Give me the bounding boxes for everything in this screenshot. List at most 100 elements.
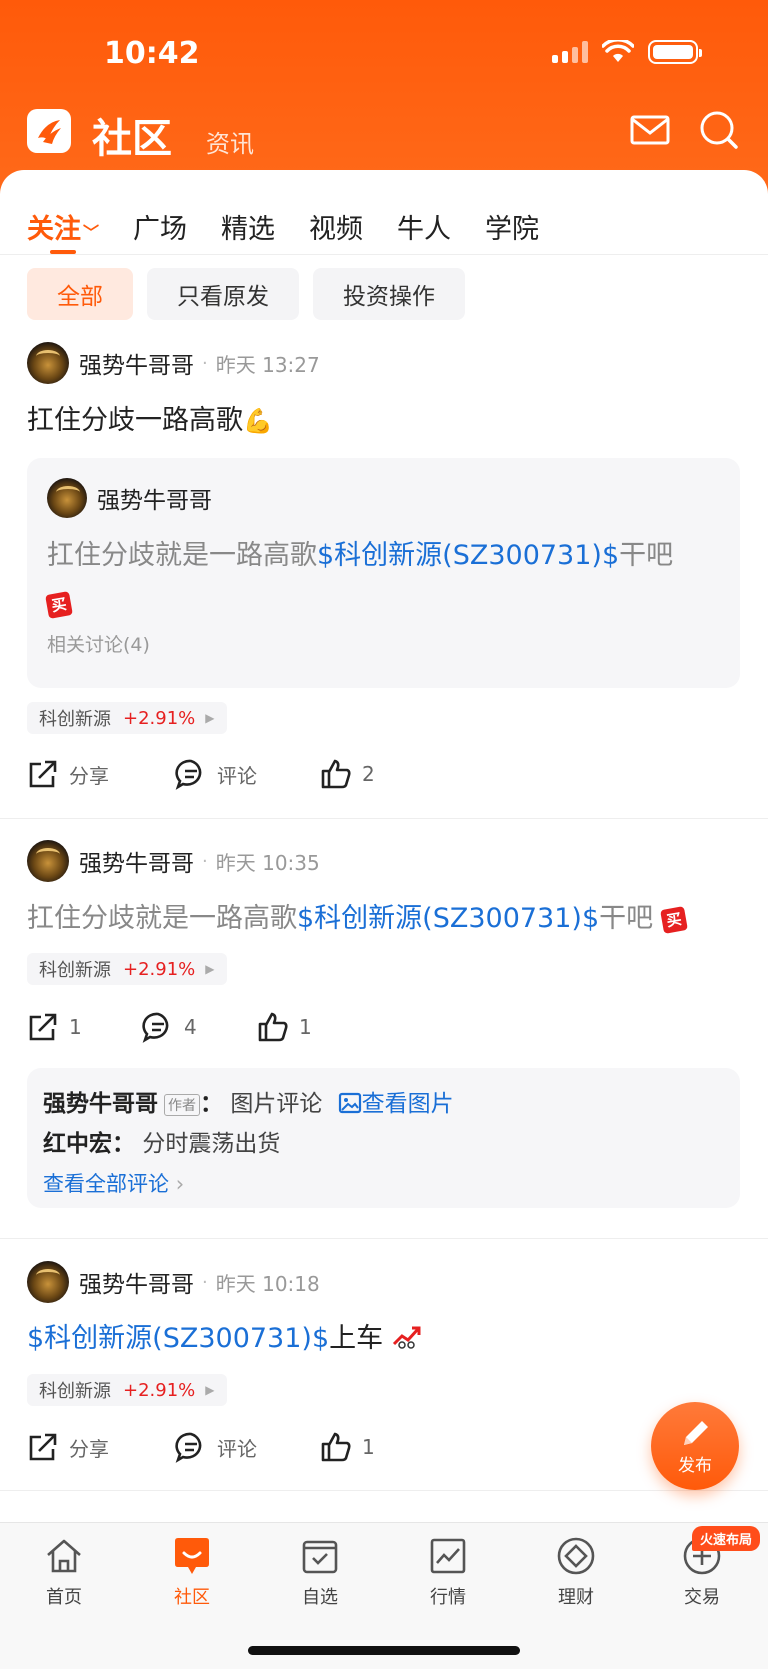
- like-button[interactable]: 1: [257, 1011, 312, 1043]
- caret-right-icon: ▶: [205, 962, 215, 976]
- nav-home[interactable]: 首页: [14, 1535, 114, 1609]
- home-icon: [47, 1539, 81, 1573]
- author-name[interactable]: 强势牛哥哥: [79, 346, 194, 380]
- view-image-label: 查看图片: [361, 1091, 454, 1117]
- stock-tag[interactable]: 科创新源 +2.91% ▶: [27, 1374, 227, 1406]
- post-time: 昨天 13:27: [215, 352, 320, 377]
- post-actions: 分享 评论 1: [27, 1431, 375, 1463]
- stock-link[interactable]: $科创新源(SZ300731)$: [317, 540, 619, 571]
- share-button[interactable]: 分享: [27, 758, 175, 790]
- nav-label: 自选: [302, 1587, 338, 1608]
- chevron-right-icon: ›: [175, 1172, 185, 1196]
- view-image-link[interactable]: 查看图片: [338, 1091, 454, 1117]
- separator-dot: ·: [202, 850, 208, 872]
- comment-button[interactable]: 评论: [175, 758, 320, 790]
- share-button[interactable]: 1: [27, 1011, 142, 1043]
- stock-link[interactable]: $科创新源(SZ300731)$: [297, 903, 599, 934]
- flexed-biceps-emoji: 💪: [243, 407, 273, 435]
- view-all-comments-link[interactable]: 查看全部评论 ›: [43, 1168, 184, 1198]
- stock-tag[interactable]: 科创新源 +2.91% ▶: [27, 953, 227, 985]
- post-author-row: 强势牛哥哥 · 昨天 10:35: [27, 840, 320, 882]
- post-text[interactable]: 扛住分歧就是一路高歌$科创新源(SZ300731)$干吧 买: [27, 900, 688, 938]
- stock-link[interactable]: $科创新源(SZ300731)$: [27, 1323, 329, 1354]
- filter-original[interactable]: 只看原发: [147, 268, 299, 320]
- stock-name: 科创新源: [39, 1381, 111, 1402]
- pencil-icon: [684, 1420, 708, 1445]
- share-count: 1: [69, 1015, 82, 1039]
- stock-change: +2.91%: [123, 958, 196, 980]
- post-text[interactable]: 扛住分歧一路高歌💪: [27, 402, 273, 440]
- avatar[interactable]: [27, 342, 69, 384]
- home-indicator: [248, 1646, 520, 1655]
- stock-tag[interactable]: 科创新源 +2.91% ▶: [27, 702, 227, 734]
- post-body: 扛住分歧一路高歌: [27, 405, 243, 436]
- like-button[interactable]: 1: [320, 1431, 375, 1463]
- nav-watchlist[interactable]: 自选: [270, 1535, 370, 1609]
- stock-name: 科创新源: [39, 709, 111, 730]
- tab-following[interactable]: 关注 ﹀: [27, 207, 99, 246]
- like-count: 1: [299, 1015, 312, 1039]
- stock-change: +2.91%: [123, 1379, 196, 1401]
- nav-label: 社区: [174, 1587, 210, 1608]
- nav-market[interactable]: 行情: [398, 1535, 498, 1609]
- separator-dot: ·: [202, 352, 208, 374]
- author-name[interactable]: 强势牛哥哥: [79, 1265, 194, 1299]
- promo-badge[interactable]: 火速布局: [692, 1526, 761, 1551]
- like-count: 1: [362, 1435, 375, 1459]
- filter-trades[interactable]: 投资操作: [313, 268, 465, 320]
- mail-icon[interactable]: [628, 108, 672, 152]
- nav-wealth[interactable]: 理财: [526, 1535, 626, 1609]
- image-icon: [338, 1092, 361, 1114]
- thumbs-up-icon: [321, 1432, 351, 1462]
- comment-label: 评论: [217, 1436, 257, 1461]
- tab-square[interactable]: 广场: [133, 207, 187, 246]
- post-actions: 1 4 1: [27, 1011, 312, 1043]
- author-name[interactable]: 强势牛哥哥: [97, 481, 212, 515]
- separator-dot: ·: [202, 1271, 208, 1293]
- tab-featured[interactable]: 精选: [221, 207, 275, 246]
- share-button[interactable]: 分享: [27, 1431, 175, 1463]
- post-time: 昨天 10:18: [215, 1271, 320, 1296]
- comment-text: 分时震荡出货: [142, 1131, 281, 1157]
- post-body: 扛住分歧就是一路高歌: [27, 903, 297, 934]
- filter-all[interactable]: 全部: [27, 268, 133, 320]
- nav-community[interactable]: 社区: [142, 1535, 242, 1609]
- post-suffix: 上车: [329, 1323, 384, 1354]
- comment-icon: [175, 1432, 202, 1463]
- caret-right-icon: ▶: [205, 711, 215, 725]
- news-link[interactable]: 资讯: [206, 124, 254, 159]
- tab-experts[interactable]: 牛人: [397, 207, 451, 246]
- market-icon: [430, 1538, 466, 1574]
- share-label: 分享: [69, 1436, 109, 1461]
- like-button[interactable]: 2: [320, 758, 375, 790]
- comment-preview[interactable]: 强势牛哥哥 作者： 图片评论 查看图片 红中宏： 分时震荡出货 查看全部评论 ›: [27, 1068, 740, 1208]
- share-icon: [29, 1433, 57, 1461]
- comment-icon: [142, 1012, 169, 1043]
- avatar[interactable]: [47, 478, 87, 518]
- thumbs-up-icon: [258, 1012, 288, 1042]
- post-author-row: 强势牛哥哥 · 昨天 10:18: [27, 1261, 320, 1303]
- comment-icon: [175, 759, 202, 790]
- caret-right-icon: ▶: [205, 1383, 215, 1397]
- tab-video[interactable]: 视频: [309, 207, 363, 246]
- post-text[interactable]: $科创新源(SZ300731)$上车: [27, 1320, 422, 1358]
- filter-chips: 全部 只看原发 投资操作: [27, 268, 465, 320]
- publish-button[interactable]: 发布: [651, 1402, 739, 1490]
- avatar[interactable]: [27, 1261, 69, 1303]
- comment-user[interactable]: 红中宏: [43, 1131, 112, 1157]
- divider: [0, 818, 768, 819]
- signal-icon: [552, 41, 588, 63]
- avatar[interactable]: [27, 840, 69, 882]
- divider: [0, 1238, 768, 1239]
- quote-author-row: 强势牛哥哥: [47, 478, 212, 518]
- comment-button[interactable]: 4: [142, 1011, 257, 1043]
- comment-button[interactable]: 评论: [175, 1431, 320, 1463]
- stock-change: +2.91%: [123, 707, 196, 729]
- quoted-post[interactable]: 强势牛哥哥 扛住分歧就是一路高歌$科创新源(SZ300731)$干吧 买 相关讨…: [27, 458, 740, 688]
- related-discussions[interactable]: 相关讨论(4): [47, 630, 150, 657]
- author-name[interactable]: 强势牛哥哥: [79, 844, 194, 878]
- tab-academy[interactable]: 学院: [485, 207, 539, 246]
- share-icon: [29, 1013, 57, 1041]
- search-icon[interactable]: [697, 108, 741, 152]
- comment-user[interactable]: 强势牛哥哥: [43, 1091, 158, 1117]
